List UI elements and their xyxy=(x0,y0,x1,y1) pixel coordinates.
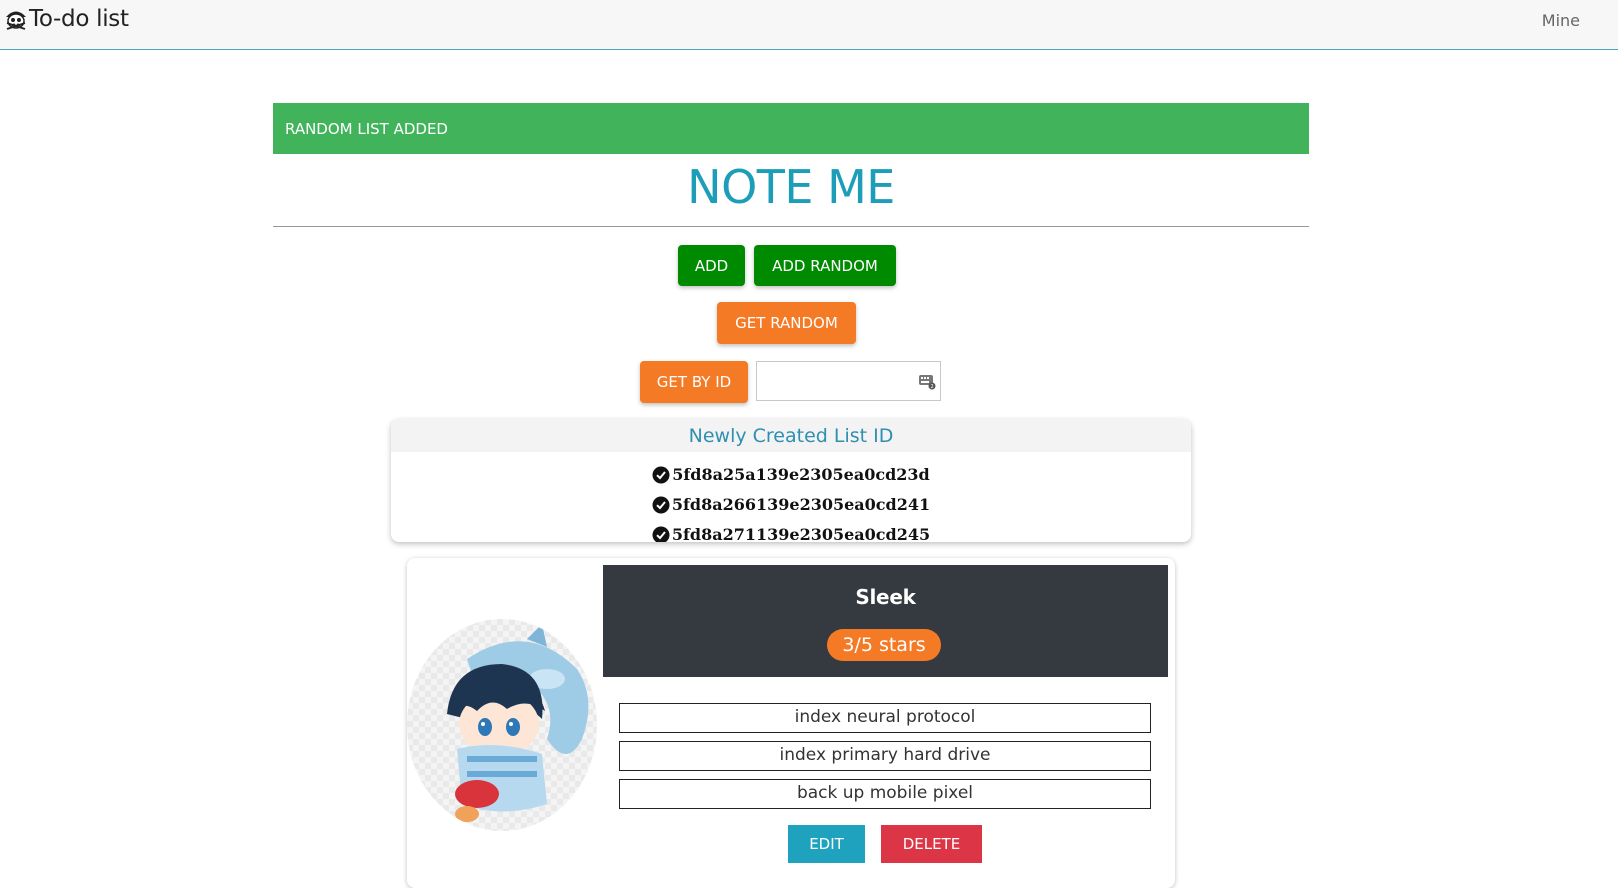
add-button[interactable]: ADD xyxy=(678,245,745,286)
list-title: Sleek xyxy=(855,585,916,609)
list-id-text: 5fd8a266139e2305ea0cd241 xyxy=(671,495,931,514)
autofill-key-icon[interactable]: 2 xyxy=(918,372,936,390)
list-id-field[interactable]: 2 xyxy=(756,361,941,401)
check-circle-icon xyxy=(652,466,670,484)
todo-item: index primary hard drive xyxy=(619,741,1151,771)
skull-pirate-icon xyxy=(6,11,26,30)
list-id-text: 5fd8a271139e2305ea0cd245 xyxy=(671,525,931,542)
new-ids-card: Newly Created List ID 5fd8a25a139e2305ea… xyxy=(391,419,1191,542)
chibi-character-illustration xyxy=(447,624,589,822)
svg-text:2: 2 xyxy=(931,384,934,390)
todo-item: index neural protocol xyxy=(619,703,1151,733)
list-id-input[interactable] xyxy=(757,362,923,398)
navbar: To-do list Mine xyxy=(0,0,1618,50)
success-alert: RANDOM LIST ADDED xyxy=(273,103,1309,154)
get-random-button[interactable]: GET RANDOM xyxy=(717,302,856,344)
brand[interactable]: To-do list xyxy=(3,6,129,32)
check-circle-icon xyxy=(652,526,670,542)
delete-button[interactable]: DELETE xyxy=(881,825,982,863)
brand-title: To-do list xyxy=(29,6,129,32)
add-random-button[interactable]: ADD RANDOM xyxy=(754,245,896,286)
get-by-id-button[interactable]: GET BY ID xyxy=(640,361,748,403)
new-ids-header: Newly Created List ID xyxy=(391,419,1191,452)
edit-button[interactable]: EDIT xyxy=(788,825,865,863)
check-circle-icon xyxy=(652,496,670,514)
alert-text: RANDOM LIST ADDED xyxy=(285,119,448,138)
list-id-text: 5fd8a25a139e2305ea0cd23d xyxy=(672,465,930,484)
list-item: 5fd8a266139e2305ea0cd241 xyxy=(391,490,1191,520)
list-header: Sleek 3/5 stars xyxy=(603,565,1168,677)
todo-item: back up mobile pixel xyxy=(619,779,1151,809)
list-item: 5fd8a271139e2305ea0cd245 xyxy=(391,520,1191,542)
nav-link-mine[interactable]: Mine xyxy=(1542,11,1580,30)
title-divider xyxy=(273,226,1309,227)
rating-badge: 3/5 stars xyxy=(827,629,941,661)
list-avatar xyxy=(407,619,597,831)
page-title: NOTE ME xyxy=(687,160,895,214)
list-item: 5fd8a25a139e2305ea0cd23d xyxy=(391,460,1191,490)
